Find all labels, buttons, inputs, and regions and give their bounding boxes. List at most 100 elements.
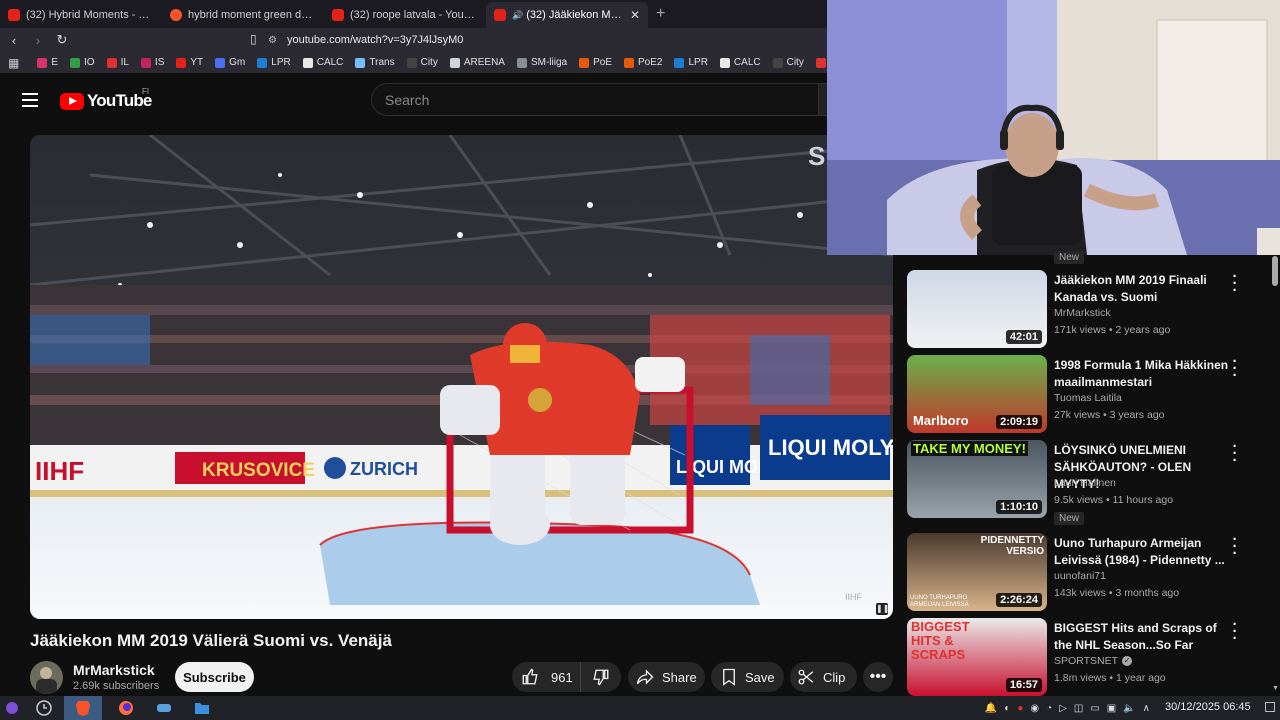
clip-button[interactable]: Clip	[790, 662, 857, 692]
clipboard-icon[interactable]: ▭	[1090, 703, 1099, 714]
bookmark-item[interactable]: IL	[106, 57, 129, 68]
new-tab-icon[interactable]: +	[656, 5, 665, 23]
recommendation-channel[interactable]: Lauri Halinen	[1054, 477, 1116, 489]
save-button[interactable]: Save	[711, 662, 784, 692]
refresh-tray-icon[interactable]: ◔	[1046, 703, 1052, 714]
video-thumbnail[interactable]: 42:01	[907, 270, 1047, 348]
bookmark-item[interactable]: LPR	[257, 57, 291, 68]
new-badge: New	[1054, 512, 1085, 525]
recommendation-item[interactable]: BIGGEST HITS & SCRAPS 16:57 BIGGEST Hits a…	[907, 617, 1247, 698]
clock-app-icon[interactable]	[32, 696, 56, 720]
bookmark-item[interactable]: PoE2	[624, 57, 662, 68]
tray-expand-icon[interactable]: ∧	[1143, 703, 1150, 714]
bookmark-item[interactable]: YT	[176, 57, 203, 68]
meta-separator: •	[1106, 672, 1117, 684]
reload-icon[interactable]: ↻	[52, 32, 72, 48]
like-button[interactable]: 961	[512, 662, 581, 692]
more-actions-button[interactable]: •••	[863, 662, 893, 692]
display-icon[interactable]: ▣	[1107, 703, 1116, 714]
recommendation-item[interactable]: 42:01 Jääkiekon MM 2019 Finaali Kanada vs…	[907, 269, 1247, 350]
apps-grid-icon[interactable]: ▦	[8, 56, 19, 70]
search-input[interactable]: Search	[371, 83, 819, 116]
browser-tab[interactable]: (32) Hybrid Moments - YouTube	[0, 2, 162, 28]
browser-tab-active[interactable]: 🔊 (32) Jääkiekon MM 2019 Väliera ✕	[486, 2, 648, 28]
record-icon[interactable]: ●	[1017, 703, 1023, 714]
bookmark-item[interactable]: LPR	[674, 57, 708, 68]
video-thumbnail[interactable]: Marlboro 2:09:19	[907, 355, 1047, 433]
address-bar[interactable]: ⚙ youtube.com/watch?v=3y7J4lJsyM0	[268, 30, 828, 50]
video-player[interactable]: IIHF KRUSOVICE ZURICH LIQUI MOLY LIQUI M…	[30, 135, 893, 619]
volume-icon[interactable]: 🔈	[1123, 703, 1135, 714]
taskbar-steam[interactable]	[152, 696, 176, 720]
system-clock[interactable]: 30/12/2025 06:45	[1165, 701, 1251, 713]
subscribe-button[interactable]: Subscribe	[175, 662, 254, 692]
system-menu-icon[interactable]	[0, 696, 24, 720]
more-vertical-icon[interactable]: · · ·	[1229, 532, 1241, 561]
video-thumbnail[interactable]: BIGGEST HITS & SCRAPS 16:57	[907, 618, 1047, 696]
recommendation-item[interactable]: Marlboro 2:09:19 1998 Formula 1 Mika Häkki…	[907, 354, 1247, 435]
bookmark-item[interactable]: CALC	[302, 57, 343, 68]
recommendation-channel[interactable]: uunofani71	[1054, 570, 1106, 582]
notification-bell-icon[interactable]: 🔔	[985, 703, 997, 714]
menu-icon[interactable]	[22, 93, 38, 107]
channel-avatar[interactable]	[30, 661, 63, 694]
discord-tray-icon[interactable]: ◉	[1030, 703, 1039, 714]
video-thumbnail[interactable]: TAKE MY MONEY! 1:10:10	[907, 440, 1047, 518]
taskbar-files[interactable]	[190, 696, 214, 720]
bookmark-item[interactable]: City	[772, 57, 804, 68]
bookmark-item[interactable]: City	[406, 57, 438, 68]
bookmark-icon[interactable]: ▯	[250, 32, 257, 46]
sidebar-scrollbar[interactable]	[1272, 256, 1278, 286]
taskbar-firefox[interactable]	[114, 696, 138, 720]
recommendation-title[interactable]: Jääkiekon MM 2019 Finaali Kanada vs. Suo…	[1054, 272, 1230, 306]
recommendation-title[interactable]: Uuno Turhapuro Armeijan Leivissä (1984) …	[1054, 535, 1230, 569]
more-vertical-icon[interactable]: · · ·	[1229, 439, 1241, 468]
pause-icon[interactable]: ❚❚	[876, 603, 889, 615]
network-icon[interactable]: ◫	[1074, 703, 1083, 714]
bookmark-item[interactable]: Gm	[215, 57, 245, 68]
bookmark-item[interactable]: PoE	[579, 57, 612, 68]
browser-tab[interactable]: (32) roope latvala - YouTube	[324, 2, 486, 28]
subscriber-count: 2.69k subscribers	[73, 680, 160, 692]
recommendation-title[interactable]: BIGGEST Hits and Scraps of the NHL Seaso…	[1054, 620, 1230, 654]
bookmark-favicon-icon	[140, 57, 151, 68]
speaker-icon[interactable]: 🔊	[512, 10, 523, 21]
site-settings-icon[interactable]: ⚙	[268, 35, 277, 46]
dislike-button[interactable]	[581, 668, 621, 686]
more-vertical-icon[interactable]: · · ·	[1229, 354, 1241, 383]
recommendation-title[interactable]: 1998 Formula 1 Mika Häkkinen maailmanmes…	[1054, 357, 1230, 391]
taskbar-brave[interactable]	[64, 696, 102, 720]
bookmark-item[interactable]: Trans	[355, 57, 395, 68]
recommendation-channel[interactable]: Tuomas Laitila	[1054, 392, 1122, 404]
bookmark-item[interactable]: AREENA	[449, 57, 505, 68]
recommendation-item[interactable]: TAKE MY MONEY! 1:10:10 LÖYSINKÖ UNELMIENI …	[907, 439, 1247, 525]
bookmark-item[interactable]: IS	[140, 57, 164, 68]
bookmark-item[interactable]: CALC	[719, 57, 761, 68]
channel-name[interactable]: MrMarkstick	[73, 662, 155, 678]
browser-tab[interactable]: hybrid moment green day - Brave	[162, 2, 324, 28]
like-dislike-group: 961	[512, 662, 621, 692]
close-tab-icon[interactable]: ✕	[630, 8, 640, 22]
more-vertical-icon[interactable]: · · ·	[1229, 617, 1241, 646]
bookmark-item[interactable]: IO	[70, 57, 95, 68]
folder-icon	[195, 703, 209, 714]
share-icon	[636, 669, 654, 685]
youtube-logo[interactable]: YouTube FI	[60, 87, 152, 111]
media-play-icon[interactable]: ▷	[1059, 703, 1067, 714]
recommendation-channel[interactable]: SPORTSNET ✓	[1054, 655, 1132, 667]
forward-icon[interactable]: ›	[28, 33, 48, 48]
more-vertical-icon[interactable]: · · ·	[1229, 269, 1241, 298]
bookmark-item[interactable]: SM-liiga	[516, 57, 567, 68]
scroll-down-arrow[interactable]: ▼	[1272, 685, 1279, 692]
show-desktop-icon[interactable]	[1265, 702, 1275, 712]
thumb-subtext: UUNO TURHAPURO ARMEIJAN LEIVISSÄ	[910, 595, 969, 608]
youtube-play-icon	[60, 92, 84, 110]
bookmark-item[interactable]: E	[37, 57, 58, 68]
video-thumbnail[interactable]: PIDENNETTY VERSIO UUNO TURHAPURO ARMEIJAN…	[907, 533, 1047, 611]
bookmark-favicon-icon	[406, 57, 417, 68]
recommendation-item[interactable]: PIDENNETTY VERSIO UUNO TURHAPURO ARMEIJAN…	[907, 532, 1247, 613]
back-icon[interactable]: ‹	[4, 33, 24, 48]
share-button[interactable]: Share	[628, 662, 705, 692]
steam-tray-icon[interactable]: ◐	[1004, 703, 1010, 714]
recommendation-channel[interactable]: MrMarkstick	[1054, 307, 1111, 319]
